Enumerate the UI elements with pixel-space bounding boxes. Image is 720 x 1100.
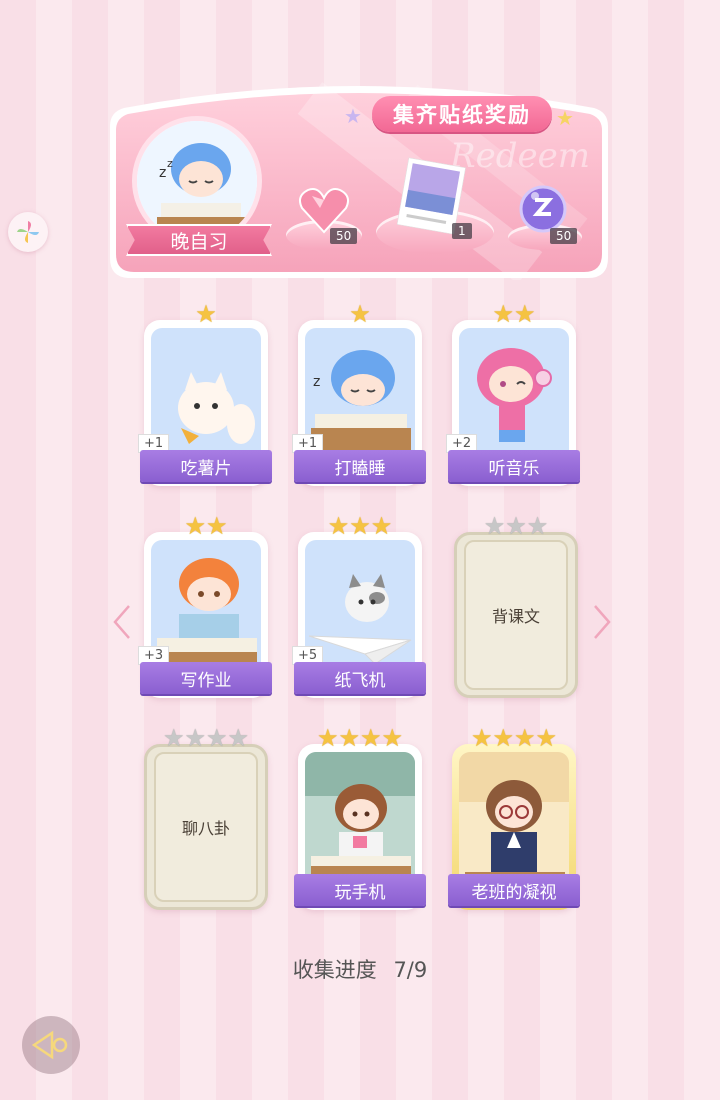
reward-count: 50 (550, 228, 578, 244)
svg-text:z: z (159, 165, 166, 181)
star-icon: ★ (316, 724, 339, 752)
chevron-left-icon[interactable] (110, 602, 134, 642)
star-icon: ★ (370, 512, 393, 540)
star-icon: ★ (184, 724, 206, 752)
star-icon: ★ (483, 512, 506, 540)
back-button[interactable] (22, 1016, 80, 1074)
star-icon: ★ (184, 512, 206, 540)
star-icon: ★ (535, 724, 558, 752)
star-icon: ★ (338, 724, 360, 752)
star-icon: ★ (206, 724, 228, 752)
reward-title: 集齐贴纸奖励 (372, 96, 552, 132)
star-icon: ★ (327, 512, 350, 540)
star-rating: ★ (298, 302, 422, 326)
star-icon: ★ (206, 512, 228, 540)
star-decor-icon: ★ (556, 106, 574, 130)
star-icon: ★ (526, 512, 549, 540)
sticker-card-locked[interactable]: 背课文 ★ ★ ★ (454, 514, 578, 698)
star-rating: ★ ★ ★ (454, 514, 578, 538)
back-arrow-icon (32, 1030, 68, 1060)
redeem-watermark: Redeem (450, 136, 590, 176)
session-banner: 晚自习 (126, 224, 272, 256)
sticker-label: 打瞌睡 (294, 450, 426, 482)
star-icon: ★ (470, 724, 493, 752)
star-rating: ★ ★ (452, 302, 576, 326)
svg-text:z: z (167, 157, 173, 170)
sticker-card-locked[interactable]: 聊八卦 ★ ★ ★ ★ (144, 726, 268, 910)
progress-label: 收集进度 (292, 958, 377, 982)
star-icon: ★ (492, 300, 514, 328)
sticker-label: 玩手机 (294, 874, 426, 906)
star-decor-icon: ★ (344, 104, 362, 128)
reward-count: 1 (452, 223, 472, 239)
collection-progress: 收集进度 7/9 (0, 954, 720, 984)
sticker-card[interactable]: +2 听音乐 ★ ★ (446, 302, 580, 486)
star-icon: ★ (162, 724, 185, 752)
star-rating: ★ ★ ★ ★ (298, 726, 422, 750)
star-icon: ★ (514, 300, 536, 328)
star-rating: ★ ★ ★ (298, 514, 422, 538)
star-icon: ★ (514, 724, 536, 752)
star-icon: ★ (349, 512, 371, 540)
svg-text:z: z (313, 374, 320, 390)
sticker-label: 背课文 (464, 540, 568, 690)
sticker-label: 聊八卦 (154, 752, 258, 902)
sticker-card[interactable]: +3 写作业 ★ ★ (138, 514, 272, 698)
sticker-label: 纸飞机 (294, 662, 426, 694)
star-rating: ★ ★ (144, 514, 268, 538)
star-icon: ★ (349, 300, 371, 328)
chevron-right-icon[interactable] (590, 602, 614, 642)
sticker-card[interactable]: z +1 打瞌睡 ★ (292, 302, 426, 486)
reward-count: 50 (330, 228, 358, 244)
sticker-label: 听音乐 (448, 450, 580, 482)
star-icon: ★ (381, 724, 404, 752)
sticker-art (305, 752, 415, 888)
sticker-card[interactable]: +5 纸飞机 ★ ★ ★ (292, 514, 426, 698)
sticker-card[interactable]: 老班的凝视 ★ ★ ★ ★ (448, 726, 580, 910)
pinwheel-icon[interactable] (8, 212, 48, 252)
star-rating: ★ (144, 302, 268, 326)
reward-panel: ★ ★ 集齐贴纸奖励 Redeem z z 晚自习 50 1 50 (110, 78, 608, 280)
star-icon: ★ (227, 724, 250, 752)
star-icon: ★ (492, 724, 514, 752)
sticker-label: 写作业 (140, 662, 272, 694)
sticker-card[interactable]: 玩手机 ★ ★ ★ ★ (294, 726, 426, 910)
star-rating: ★ ★ ★ ★ (144, 726, 268, 750)
progress-value: 7/9 (393, 958, 428, 982)
star-icon: ★ (360, 724, 382, 752)
star-icon: ★ (195, 300, 217, 328)
star-rating: ★ ★ ★ ★ (452, 726, 576, 750)
star-icon: ★ (505, 512, 527, 540)
sticker-label: 老班的凝视 (448, 874, 580, 906)
sticker-label: 吃薯片 (140, 450, 272, 482)
sticker-art (459, 752, 569, 888)
sticker-card[interactable]: +1 吃薯片 ★ (138, 302, 272, 486)
